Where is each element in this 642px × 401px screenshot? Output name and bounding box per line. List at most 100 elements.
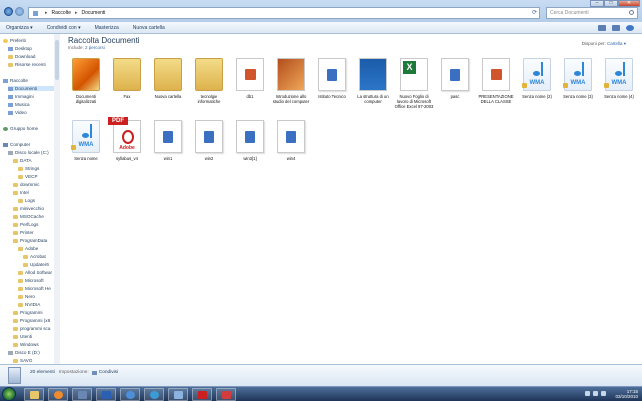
search-input[interactable]: Cerca Documenti [546,7,638,19]
search-placeholder: Cerca Documenti [550,10,589,16]
organize-button[interactable]: Organizza ▾ [6,25,33,31]
sidebar-scrollbar[interactable] [54,34,60,364]
sidebar-item-strings[interactable]: Strings [18,166,39,171]
sidebar-item-disk-e[interactable]: Disco E (D:) [8,350,40,355]
sidebar-item-dowmmic[interactable]: dowmmic [13,182,39,187]
sidebar-item-allod[interactable]: Allod Softwar [18,270,52,275]
sidebar-item-perflogs[interactable]: PerfLogs [13,222,38,227]
sidebar-item-video[interactable]: Video [8,110,27,115]
taskbar-word-button[interactable] [96,388,116,401]
file-item[interactable]: tecnolgie informatiche [189,58,229,116]
sidebar-item-intel[interactable]: Intel [13,190,29,195]
sidebar-item-programmi-x86[interactable]: Programmi (x8 [13,318,50,323]
file-item[interactable]: PDF Adobe syllabus_v4 [107,117,147,178]
sidebar-item-microsoft[interactable]: Microsoft [18,278,44,283]
sidebar-item-acrobat[interactable]: Acrobat [23,254,46,259]
tray-network-icon[interactable] [593,391,598,396]
start-button[interactable] [2,387,16,401]
sidebar-item-savg[interactable]: SAVG [13,358,32,363]
sidebar-item-logs[interactable]: Logs [18,198,35,203]
sidebar-item-programdata[interactable]: ProgramData [13,238,47,243]
arrange-by-dropdown[interactable]: Cartella ▾ [607,41,626,46]
clock[interactable]: 17:15 03/10/2010 [615,389,638,399]
taskbar-media-button[interactable] [48,388,68,401]
sidebar-item-download[interactable]: Download [8,54,35,59]
file-item[interactable]: win3[1] [230,120,270,178]
sidebar-item-programmi-sca[interactable]: programmi sca [13,326,50,331]
close-button[interactable]: ✕ [618,0,640,7]
sidebar-item-adobe[interactable]: Adobe [18,246,38,251]
homegroup-icon [3,126,8,131]
file-item[interactable]: WMA Senza nome [66,120,106,178]
sidebar-item-programmi[interactable]: Programmi [13,310,42,315]
folder-icon [18,286,23,291]
sidebar-item-images[interactable]: Immagini [8,94,34,99]
file-item[interactable]: WMA Senza nome (2) [517,58,557,116]
sidebar-item-data[interactable]: DATA [13,158,32,163]
sidebar-item-libraries[interactable]: Raccolte [3,78,28,83]
sidebar-item-music[interactable]: Musica [8,102,30,107]
sidebar-item-nero[interactable]: Nero [18,294,35,299]
sidebar-item-utenti[interactable]: Utenti [13,334,32,339]
folder-icon [18,278,23,283]
file-item[interactable]: db1 [230,58,270,116]
back-button[interactable] [4,6,13,16]
breadcrumb-raccolte[interactable]: Raccolte [52,10,71,16]
word-document-icon [318,58,346,91]
preview-pane-icon[interactable] [612,25,620,31]
sidebar-item-documents[interactable]: Documenti [8,86,54,91]
sidebar-item-msocache[interactable]: MSOCache [13,214,44,219]
view-options-icon[interactable] [598,25,606,31]
file-item[interactable]: PRESENTAZIONE DELLA CLASSE [476,58,516,116]
new-folder-button[interactable]: Nuova cartella [133,25,165,31]
maximize-button[interactable]: □ [604,0,618,7]
media-player-icon [54,391,63,399]
sidebar-item-nvidia[interactable]: NVIDIA [18,302,40,307]
file-item[interactable]: win2 [189,120,229,178]
sidebar-item-homegroup[interactable]: Gruppo home [3,126,38,131]
forward-button[interactable] [15,6,24,16]
tray-volume-icon[interactable] [601,391,606,396]
sidebar-item-computer[interactable]: Computer [3,142,30,147]
refresh-icon[interactable]: ⟳ [532,9,537,16]
sidebar-item-windows[interactable]: Windows [13,342,39,347]
tray-arrow-icon[interactable] [585,391,590,396]
taskbar-app-button[interactable] [216,388,236,401]
share-button[interactable]: Condividi con ▾ [47,25,81,31]
sidebar-item-favorites[interactable]: Preferiti [3,38,26,43]
file-item[interactable]: Fax [107,58,147,116]
sidebar-item-desktop[interactable]: Desktop [8,46,32,51]
file-item[interactable]: Documenti digitalizzati [66,58,106,116]
taskbar-acrobat-button[interactable] [192,388,212,401]
file-item[interactable]: Introduzione allo studio del computer [271,58,311,116]
sidebar-item-microsoft-help[interactable]: Microsoft He [18,286,51,291]
file-item[interactable]: win1 [148,120,188,178]
sidebar-item-disk-c[interactable]: Disco locale (C:) [8,150,49,155]
breadcrumb-documenti[interactable]: Documenti [81,10,105,16]
taskbar-app-button[interactable] [120,388,140,401]
file-item[interactable]: Nuovo Foglio di lavoro di Microsoft Offi… [394,58,434,116]
file-item[interactable]: WMA Senza nome (4) [599,58,639,116]
sidebar-item-printer[interactable]: Printer [13,230,34,235]
folder-icon [13,222,18,227]
file-item[interactable]: pasc [435,58,475,116]
taskbar-app-button[interactable] [168,388,188,401]
library-locations-link[interactable]: 2 percorsi [85,45,105,50]
address-bar[interactable]: ▸ Raccolte ▸ Documenti ⟳ [28,7,540,19]
file-item[interactable]: win4 [271,120,311,178]
file-item[interactable]: WMA Senza nome (3) [558,58,598,116]
sidebar-item-minivecchio[interactable]: minivecchio [13,206,44,211]
sidebar-item-updater6[interactable]: Updater6 [23,262,49,267]
sidebar-item-recent[interactable]: Risorse recenti [8,62,46,67]
help-icon[interactable] [626,25,634,31]
taskbar-app-button[interactable] [72,388,92,401]
file-item[interactable]: La struttura di un computer [353,58,393,116]
minimize-button[interactable]: – [590,0,604,7]
burn-button[interactable]: Masterizza [95,25,119,31]
file-item[interactable]: Istituto Tecnico [312,58,352,116]
file-item[interactable]: Nuova cartella [148,58,188,116]
taskbar-ie-button[interactable] [144,388,164,401]
sidebar-scrollbar-thumb[interactable] [55,40,59,80]
taskbar-explorer-button[interactable] [24,388,44,401]
sidebar-item-vecp[interactable]: VECP [18,174,38,179]
